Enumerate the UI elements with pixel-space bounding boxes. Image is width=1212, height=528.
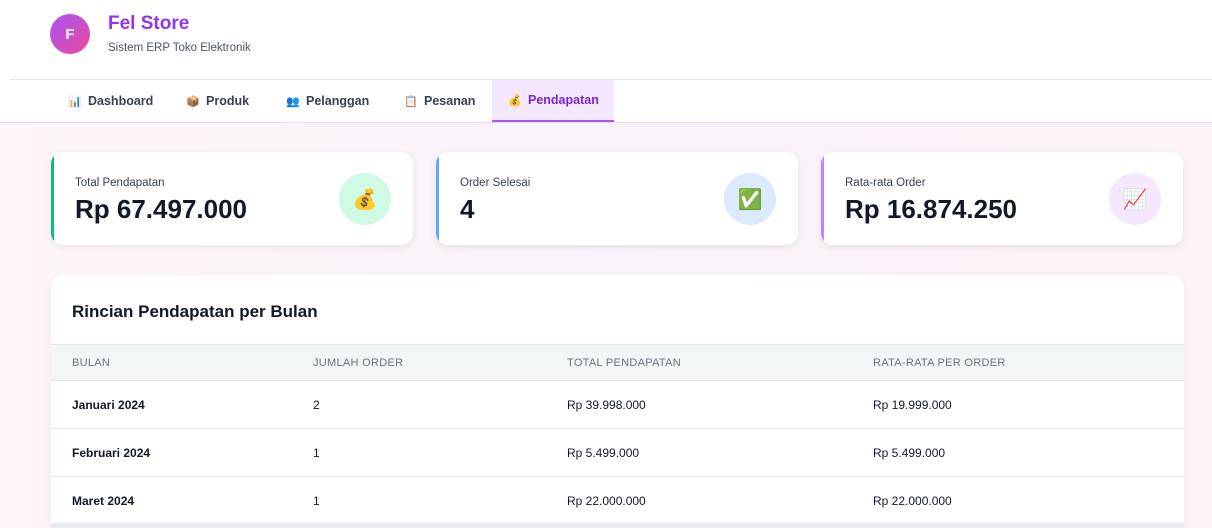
stat-card-order-selesai: Order Selesai 4 ✅ bbox=[436, 152, 798, 245]
nav-item-label: Dashboard bbox=[88, 94, 154, 108]
money-bag-icon: 💰 bbox=[339, 173, 391, 225]
brand-subtitle: Sistem ERP Toko Elektronik bbox=[108, 42, 251, 54]
nav-item-label: Pelanggan bbox=[306, 94, 370, 108]
table-bottom-edge bbox=[51, 523, 1184, 528]
revenue-table-card: Rincian Pendapatan per Bulan BULAN JUMLA… bbox=[51, 275, 1184, 528]
table-row: Maret 2024 1 Rp 22.000.000 Rp 22.000.000 bbox=[51, 477, 1184, 525]
stat-value: Rp 67.497.000 bbox=[75, 194, 248, 224]
box-icon: 📦 bbox=[186, 95, 200, 108]
card-accent bbox=[436, 152, 439, 245]
column-header-bulan: BULAN bbox=[72, 357, 111, 369]
nav-item-pendapatan[interactable]: 💰 Pendapatan bbox=[492, 80, 614, 122]
bar-chart-icon: 📊 bbox=[68, 95, 82, 108]
stat-label: Order Selesai bbox=[460, 177, 531, 189]
cell-total-pendapatan: Rp 5.499.000 bbox=[567, 446, 640, 460]
cell-rata-rata: Rp 19.999.000 bbox=[873, 398, 952, 412]
cell-bulan: Maret 2024 bbox=[72, 494, 135, 508]
nav-item-pelanggan[interactable]: 👥 Pelanggan bbox=[274, 80, 381, 122]
card-accent bbox=[51, 152, 54, 245]
nav-item-label: Pesanan bbox=[424, 94, 476, 108]
nav-item-pesanan[interactable]: 📋 Pesanan bbox=[392, 80, 487, 122]
stat-card-total-pendapatan: Total Pendapatan Rp 67.497.000 💰 bbox=[51, 152, 413, 245]
card-accent bbox=[821, 152, 824, 245]
cell-bulan: Februari 2024 bbox=[72, 446, 151, 460]
cell-total-pendapatan: Rp 39.998.000 bbox=[567, 398, 646, 412]
cell-rata-rata: Rp 22.000.000 bbox=[873, 494, 952, 508]
nav-item-label: Produk bbox=[206, 94, 250, 108]
table-title: Rincian Pendapatan per Bulan bbox=[72, 302, 318, 321]
brand-name: Fel Store bbox=[108, 13, 190, 34]
cell-jumlah-order: 1 bbox=[313, 494, 320, 508]
money-bag-icon: 💰 bbox=[508, 94, 522, 107]
cell-jumlah-order: 1 bbox=[313, 446, 320, 460]
clipboard-icon: 📋 bbox=[404, 95, 418, 108]
cell-total-pendapatan: Rp 22.000.000 bbox=[567, 494, 646, 508]
column-header-total-pendapatan: TOTAL PENDAPATAN bbox=[567, 357, 682, 369]
stat-card-rata-rata-order: Rata-rata Order Rp 16.874.250 📈 bbox=[821, 152, 1183, 245]
table-row: Februari 2024 1 Rp 5.499.000 Rp 5.499.00… bbox=[51, 429, 1184, 477]
nav-item-produk[interactable]: 📦 Produk bbox=[174, 80, 261, 122]
stat-value: Rp 16.874.250 bbox=[845, 194, 1018, 224]
cell-jumlah-order: 2 bbox=[313, 398, 320, 412]
main-nav: 📊 Dashboard 📦 Produk 👥 Pelanggan 📋 Pesan… bbox=[0, 80, 1212, 123]
brand-logo: F bbox=[50, 14, 90, 54]
users-icon: 👥 bbox=[286, 95, 300, 108]
stat-value: 4 bbox=[460, 194, 475, 224]
table-row: Januari 2024 2 Rp 39.998.000 Rp 19.999.0… bbox=[51, 381, 1184, 429]
main-content: Total Pendapatan Rp 67.497.000 💰 Order S… bbox=[0, 123, 1212, 528]
nav-item-label: Pendapatan bbox=[528, 93, 599, 107]
app-header: F Fel Store Sistem ERP Toko Elektronik bbox=[0, 0, 1212, 80]
table-header: BULAN JUMLAH ORDER TOTAL PENDAPATAN RATA… bbox=[51, 344, 1184, 381]
column-header-rata-rata: RATA-RATA PER ORDER bbox=[873, 357, 1006, 369]
check-box-icon: ✅ bbox=[724, 173, 776, 225]
stat-label: Rata-rata Order bbox=[845, 177, 926, 189]
trend-chart-icon: 📈 bbox=[1109, 173, 1161, 225]
cell-rata-rata: Rp 5.499.000 bbox=[873, 446, 946, 460]
stat-label: Total Pendapatan bbox=[75, 177, 165, 189]
nav-item-dashboard[interactable]: 📊 Dashboard bbox=[56, 80, 165, 122]
column-header-jumlah-order: JUMLAH ORDER bbox=[313, 357, 404, 369]
cell-bulan: Januari 2024 bbox=[72, 398, 145, 412]
